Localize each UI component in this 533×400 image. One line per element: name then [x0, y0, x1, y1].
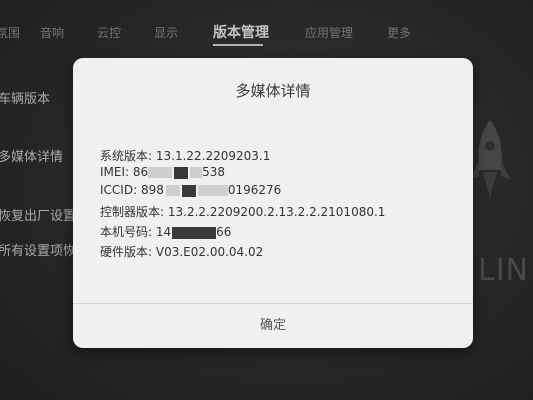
redaction-mark: [190, 167, 203, 178]
phone-number-row: 本机号码: 14 66: [100, 223, 231, 240]
controller-version-value: 13.2.2.2209200.2.13.2.2.2101080.1: [167, 205, 386, 219]
hardware-version-row: 硬件版本: V03.E02.00.04.02: [100, 243, 263, 260]
redaction-mark: [197, 185, 228, 196]
controller-version-row: 控制器版本: 13.2.2.2209200.2.13.2.2.2101080.1: [100, 203, 385, 220]
confirm-button[interactable]: 确定: [73, 304, 473, 348]
iccid-value-start: 898: [140, 183, 164, 197]
imei-value-end: 538: [202, 165, 226, 179]
redaction-mark: [181, 184, 196, 197]
iccid-row: ICCID: 898 0196276: [100, 183, 281, 197]
redaction-mark: [174, 166, 189, 179]
system-version-row: 系统版本: 13.1.22.2209203.1: [100, 147, 270, 164]
redaction-mark: [165, 185, 180, 196]
iccid-value-end: 0196276: [227, 183, 282, 197]
system-version-value: 13.1.22.2209203.1: [155, 149, 271, 163]
redaction-mark: [148, 167, 173, 178]
multimedia-details-dialog: 多媒体详情 系统版本: 13.1.22.2209203.1 IMEI: 86 53…: [73, 58, 473, 348]
imei-label: IMEI:: [100, 165, 133, 179]
hardware-version-value: V03.E02.00.04.02: [155, 245, 264, 259]
dialog-title: 多媒体详情: [235, 82, 311, 100]
phone-number-value-end: 66: [216, 225, 232, 239]
controller-version-label: 控制器版本:: [100, 205, 168, 219]
phone-number-label: 本机号码:: [100, 225, 156, 239]
system-version-label: 系统版本:: [100, 149, 156, 163]
phone-number-value-start: 14: [155, 225, 172, 239]
redaction-mark: [172, 226, 217, 239]
imei-value-start: 86: [132, 165, 149, 179]
hardware-version-label: 硬件版本:: [100, 245, 156, 259]
imei-row: IMEI: 86 538: [100, 165, 225, 179]
iccid-label: ICCID:: [100, 183, 141, 197]
